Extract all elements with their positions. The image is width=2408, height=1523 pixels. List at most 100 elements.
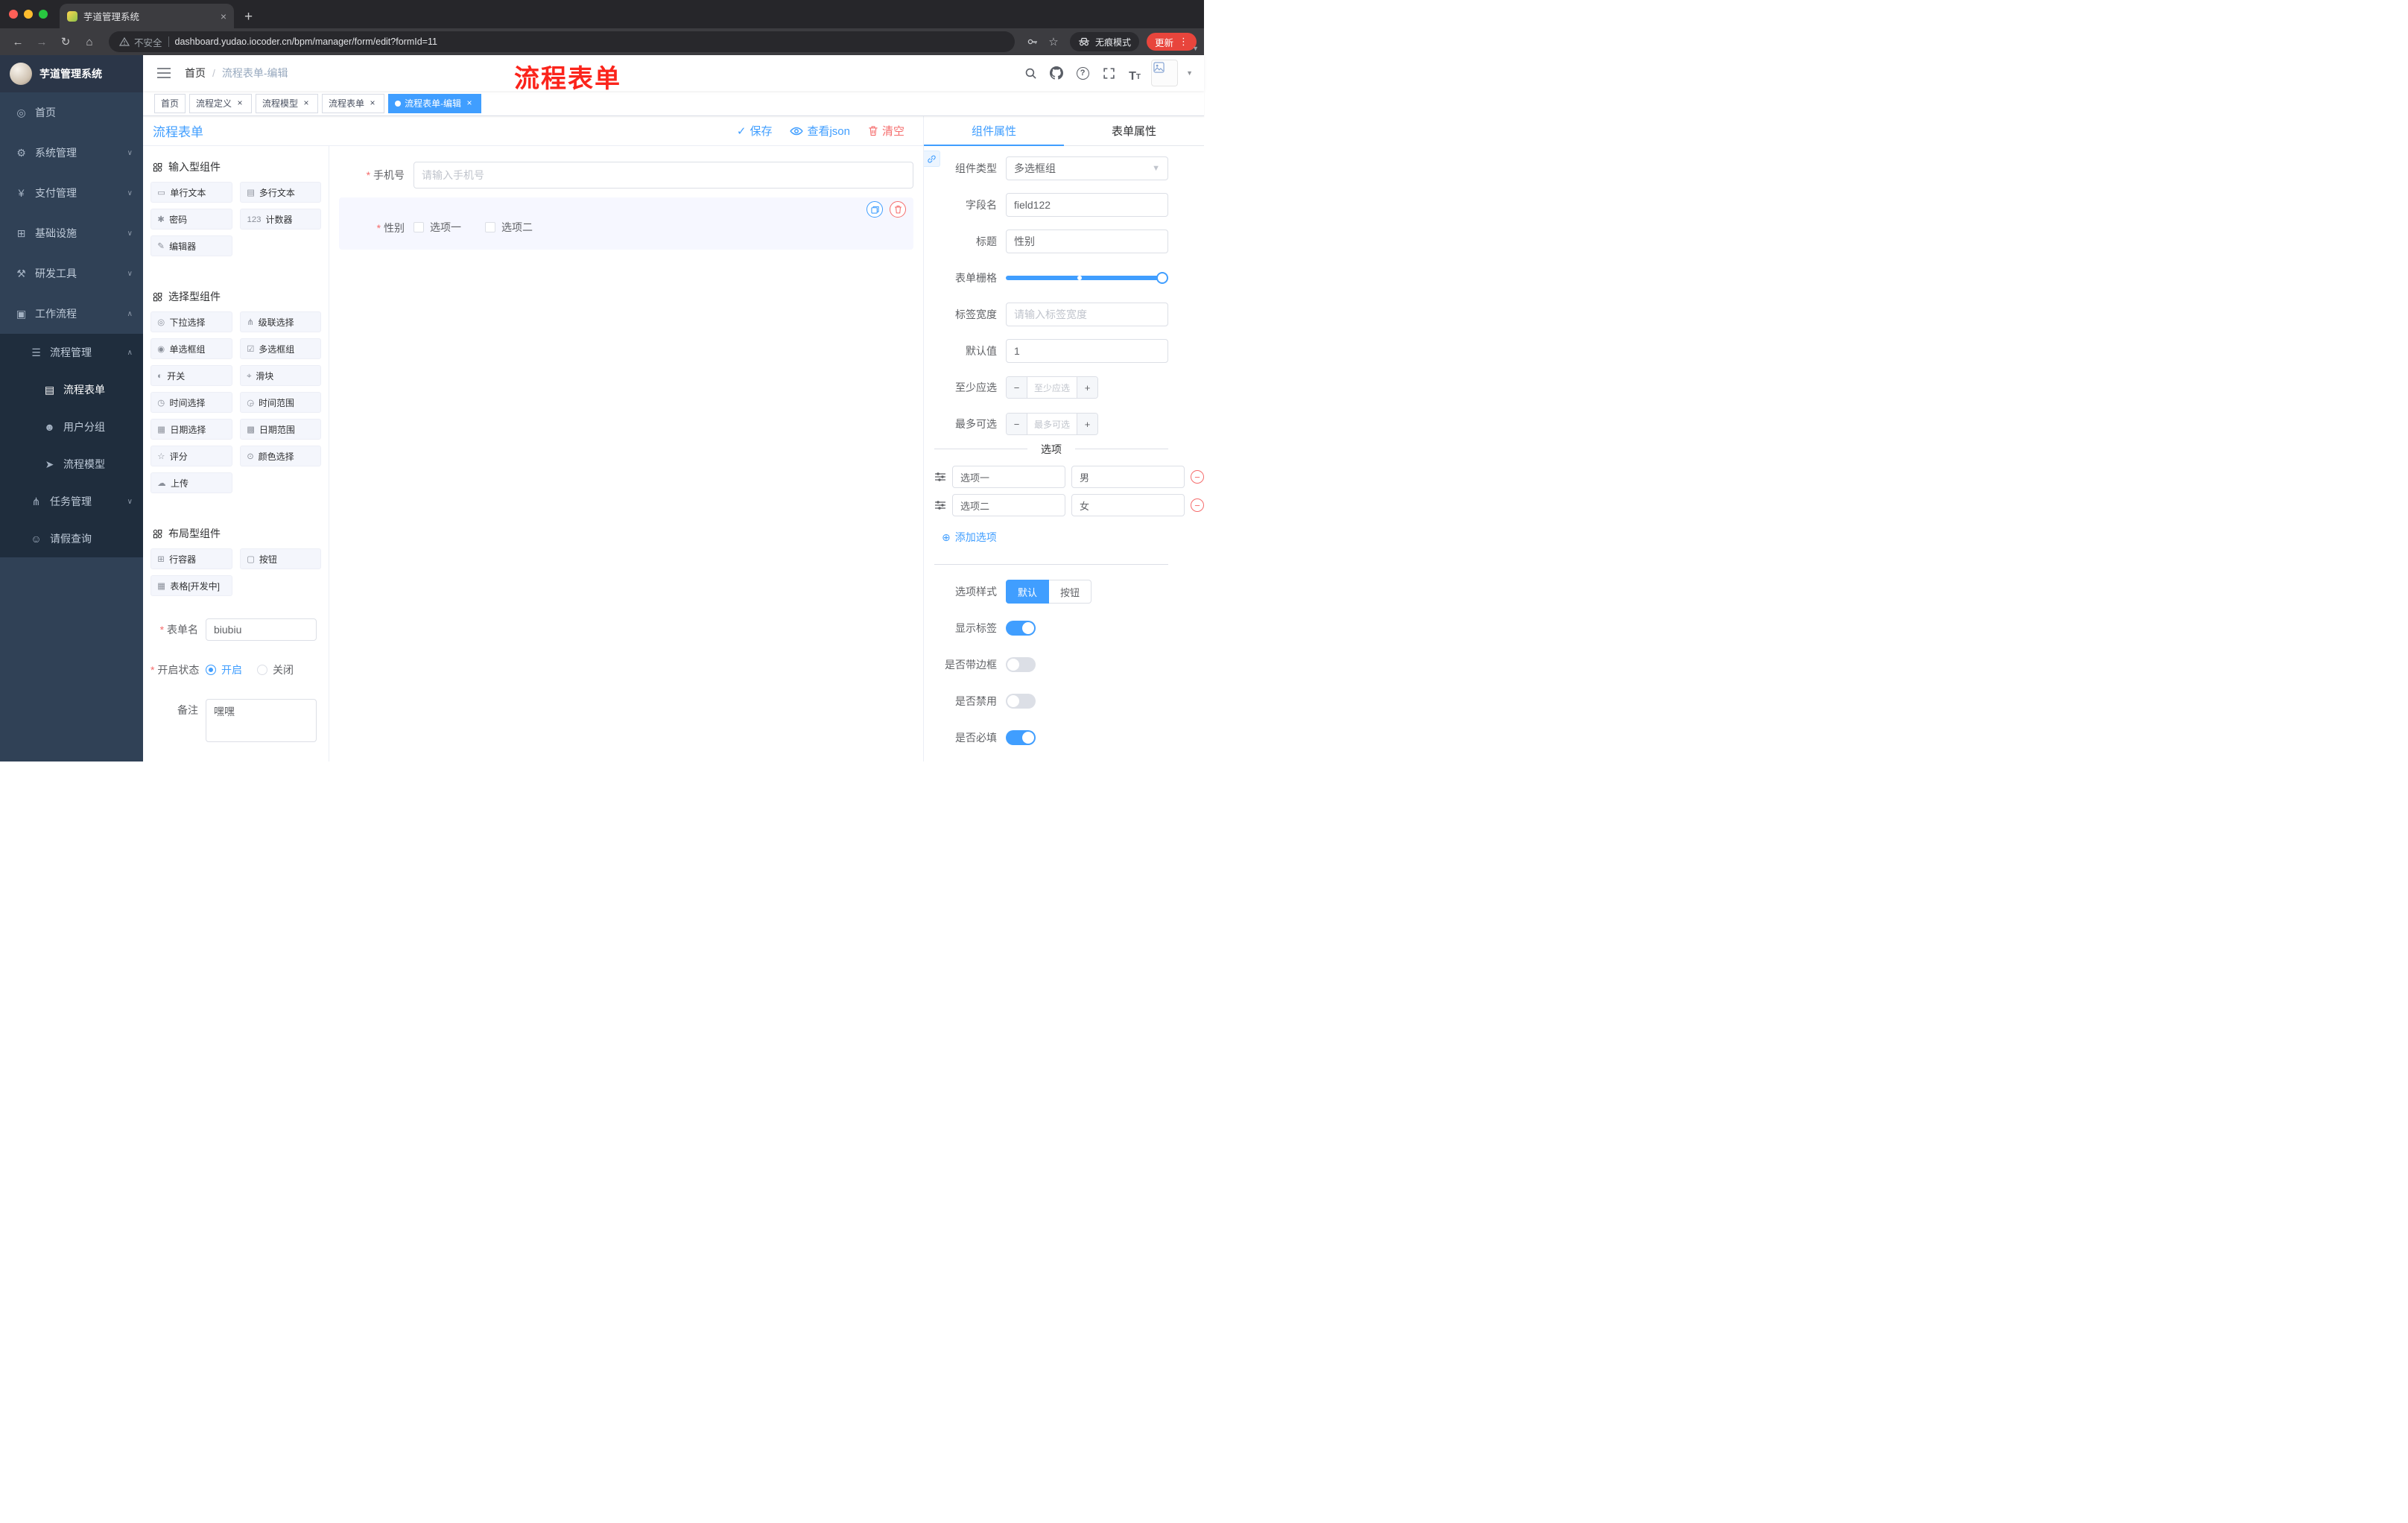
palette-item[interactable]: ▦ 日期选择 — [150, 419, 232, 440]
palette-item[interactable]: ⊙ 颜色选择 — [239, 446, 321, 466]
drag-handle-icon[interactable] — [934, 472, 946, 482]
default-value-input[interactable] — [1006, 339, 1168, 363]
delete-field-button[interactable] — [890, 201, 906, 218]
palette-item[interactable]: ⌖ 滑块 — [239, 365, 321, 386]
palette-item[interactable]: ▤ 多行文本 — [239, 182, 321, 203]
palette-item[interactable]: ◷ 时间选择 — [150, 392, 232, 413]
search-icon[interactable] — [1021, 63, 1040, 83]
checkbox-icon[interactable] — [414, 222, 424, 232]
minimize-window-button[interactable] — [24, 10, 33, 19]
save-button[interactable]: ✓ 保存 — [737, 123, 773, 139]
toggle-switch[interactable] — [1006, 730, 1036, 745]
tab-close-icon[interactable]: × — [221, 10, 226, 22]
palette-item[interactable]: ☁ 上传 — [150, 472, 232, 493]
style-default-button[interactable]: 默认 — [1006, 580, 1050, 604]
remark-textarea[interactable]: 嘿嘿 — [206, 699, 317, 742]
grid-slider[interactable] — [1006, 266, 1168, 290]
component-type-select[interactable]: 多选框组 ▼ — [1006, 156, 1168, 180]
sidebar-item-infrastructure[interactable]: ⊞ 基础设施 ∨ — [0, 213, 143, 253]
browser-menu-icon[interactable]: ⋮ — [1179, 36, 1188, 48]
copy-field-button[interactable] — [866, 201, 883, 218]
increase-button[interactable]: + — [1077, 414, 1097, 434]
chevron-down-icon[interactable]: ▼ — [1192, 45, 1199, 52]
slider-track[interactable] — [1006, 272, 1168, 284]
tag-close-icon[interactable]: × — [235, 98, 245, 109]
field-name-input[interactable] — [1006, 193, 1168, 217]
reload-button[interactable]: ↻ — [55, 31, 76, 52]
sidebar-item-home[interactable]: ◎ 首页 — [0, 92, 143, 133]
browser-tab[interactable]: 芋道管理系统 × — [60, 4, 234, 28]
palette-item[interactable]: ▭ 单行文本 — [150, 182, 232, 203]
fullscreen-icon[interactable] — [1099, 63, 1118, 83]
increase-button[interactable]: + — [1077, 377, 1097, 398]
remove-option-icon[interactable]: − — [1191, 498, 1204, 512]
palette-item[interactable]: ◐ 开关 — [150, 365, 232, 386]
sidebar-item-process-form[interactable]: ▤ 流程表单 — [0, 371, 143, 408]
tag[interactable]: 首页 — [154, 93, 186, 113]
view-json-button[interactable]: 查看json — [790, 123, 850, 139]
option-label-input[interactable] — [952, 494, 1065, 516]
sidebar-item-process-model[interactable]: ➤ 流程模型 — [0, 446, 143, 483]
avatar-caret-icon[interactable]: ▼ — [1186, 69, 1193, 77]
tag-close-icon[interactable]: × — [464, 98, 475, 109]
palette-item[interactable]: 123 计数器 — [239, 209, 321, 229]
palette-item[interactable]: ▦ 表格[开发中] — [150, 575, 232, 596]
decrease-button[interactable]: − — [1007, 414, 1027, 434]
palette-item[interactable]: ▩ 日期范围 — [239, 419, 321, 440]
sidebar-item-workflow[interactable]: ▣ 工作流程 ∧ — [0, 294, 143, 334]
close-window-button[interactable] — [9, 10, 18, 19]
palette-item[interactable]: ◎ 下拉选择 — [150, 311, 232, 332]
security-warning-icon[interactable]: 不安全 — [119, 35, 162, 49]
palette-item[interactable]: ✱ 密码 — [150, 209, 232, 229]
sidebar-toggle-icon[interactable] — [154, 63, 174, 83]
sidebar-logo[interactable]: 芋道管理系统 — [0, 55, 143, 92]
decrease-button[interactable]: − — [1007, 377, 1027, 398]
min-select-input[interactable]: 至少应选 — [1027, 377, 1077, 398]
palette-item[interactable]: ⊞ 行容器 — [150, 548, 232, 569]
tag-close-icon[interactable]: × — [301, 98, 311, 109]
form-canvas[interactable]: 手机号 — [329, 146, 923, 762]
tag-width-input[interactable] — [1006, 303, 1168, 326]
toggle-switch[interactable] — [1006, 621, 1036, 636]
forward-button[interactable]: → — [31, 31, 52, 52]
font-size-icon[interactable]: TT — [1125, 63, 1144, 83]
palette-item[interactable]: ☑ 多选框组 — [239, 338, 321, 359]
tag[interactable]: 流程表单 × — [322, 93, 385, 113]
github-icon[interactable] — [1047, 63, 1066, 83]
sidebar-item-payment-management[interactable]: ¥ 支付管理 ∨ — [0, 173, 143, 213]
tag[interactable]: 流程定义 × — [189, 93, 253, 113]
sidebar-item-process-management[interactable]: ☰ 流程管理 ∧ — [0, 334, 143, 371]
tab-form-props[interactable]: 表单属性 — [1064, 116, 1204, 145]
sidebar-item-task-management[interactable]: ⋔ 任务管理 ∨ — [0, 483, 143, 520]
drag-handle-icon[interactable] — [934, 500, 946, 510]
new-tab-button[interactable]: + — [244, 10, 253, 24]
sidebar-item-dev-tools[interactable]: ⚒ 研发工具 ∨ — [0, 253, 143, 294]
update-button[interactable]: 更新 ⋮ — [1146, 33, 1197, 51]
password-key-icon[interactable] — [1024, 33, 1042, 51]
palette-item[interactable]: ◶ 时间范围 — [239, 392, 321, 413]
avatar[interactable] — [1151, 60, 1179, 86]
tag-close-icon[interactable]: × — [367, 98, 378, 109]
tab-component-props[interactable]: 组件属性 — [924, 116, 1064, 146]
toggle-switch[interactable] — [1006, 657, 1036, 672]
slider-handle[interactable] — [1156, 272, 1168, 284]
bookmark-star-icon[interactable]: ☆ — [1045, 33, 1062, 51]
status-radio-off[interactable]: 关闭 — [257, 662, 294, 677]
max-select-input[interactable]: 最多可选 — [1027, 414, 1077, 434]
help-icon[interactable]: ? — [1073, 63, 1092, 83]
title-input[interactable] — [1006, 229, 1168, 253]
palette-item[interactable]: ◉ 单选框组 — [150, 338, 232, 359]
tag[interactable]: 流程模型 × — [256, 93, 319, 113]
clear-button[interactable]: 清空 — [868, 123, 904, 139]
option-value-input[interactable] — [1071, 466, 1185, 488]
remove-option-icon[interactable]: − — [1191, 470, 1204, 484]
checkbox-icon[interactable] — [485, 222, 495, 232]
address-bar[interactable]: 不安全 dashboard.yudao.iocoder.cn/bpm/manag… — [109, 31, 1015, 52]
tag[interactable]: 流程表单-编辑 × — [388, 93, 482, 113]
link-icon[interactable] — [924, 151, 940, 167]
form-name-input[interactable] — [206, 618, 317, 641]
selected-gender-field[interactable]: 性别 选项一 选项二 — [339, 197, 913, 250]
palette-item[interactable]: ✎ 编辑器 — [150, 235, 232, 256]
back-button[interactable]: ← — [7, 31, 28, 52]
add-option-button[interactable]: ⊕ 添加选项 — [942, 530, 997, 545]
